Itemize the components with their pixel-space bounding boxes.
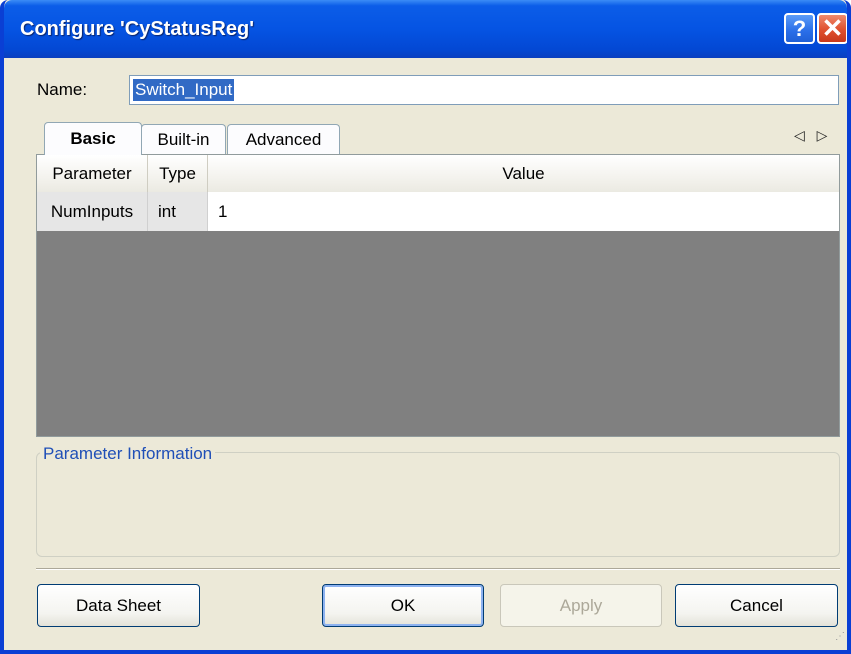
close-button[interactable]: ✕ xyxy=(817,13,847,44)
grid-header: Parameter Type Value xyxy=(37,155,839,193)
cell-value-input[interactable]: 1 xyxy=(208,192,839,231)
cancel-button[interactable]: Cancel xyxy=(675,584,838,627)
name-label: Name: xyxy=(37,80,88,99)
column-header-type[interactable]: Type xyxy=(148,155,208,192)
parameter-information-box xyxy=(36,452,840,557)
close-icon: ✕ xyxy=(821,13,844,43)
parameter-information-legend: Parameter Information xyxy=(40,444,216,464)
name-input-value: Switch_Input xyxy=(133,79,235,101)
cell-parameter: NumInputs xyxy=(37,192,148,231)
divider xyxy=(36,568,840,570)
table-row[interactable]: NumInputs int 1 xyxy=(37,192,839,231)
tab-advanced[interactable]: Advanced xyxy=(227,124,340,155)
help-button[interactable]: ? xyxy=(784,13,815,44)
ok-button[interactable]: OK xyxy=(322,584,484,627)
column-header-value[interactable]: Value xyxy=(208,155,839,192)
column-header-parameter[interactable]: Parameter xyxy=(37,155,148,192)
configure-dialog: Configure 'CyStatusReg' ? ✕ Name: Switch… xyxy=(0,0,851,654)
help-icon: ? xyxy=(792,15,807,41)
title-bar[interactable]: Configure 'CyStatusReg' ? ✕ xyxy=(4,0,847,58)
cell-type: int xyxy=(148,192,208,231)
tab-scroll-arrows-icon[interactable]: ◁ ▷ xyxy=(794,127,831,144)
parameter-grid: Parameter Type Value NumInputs int 1 xyxy=(36,154,840,437)
tab-built-in[interactable]: Built-in xyxy=(141,124,226,155)
data-sheet-button[interactable]: Data Sheet xyxy=(37,584,200,627)
window-title: Configure 'CyStatusReg' xyxy=(20,18,254,40)
tab-basic[interactable]: Basic xyxy=(44,122,142,155)
apply-button[interactable]: Apply xyxy=(500,584,662,627)
name-input[interactable]: Switch_Input xyxy=(129,75,839,105)
resize-grip-icon[interactable]: ⋰ xyxy=(835,632,845,642)
